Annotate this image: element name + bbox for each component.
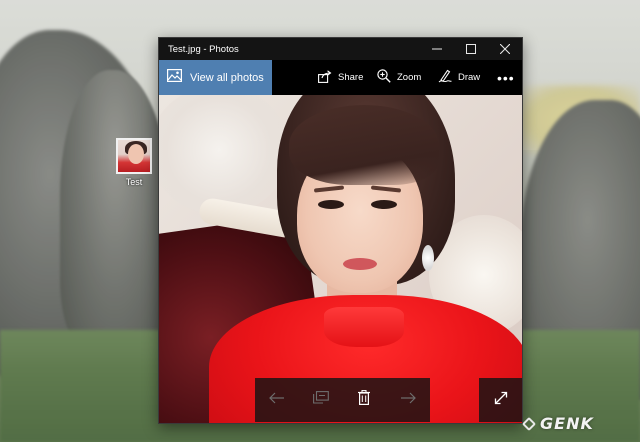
photo-navigation-bar xyxy=(255,378,430,422)
arrow-right-icon xyxy=(400,391,416,409)
trash-icon xyxy=(358,389,371,410)
watermark: GENK xyxy=(521,414,594,433)
close-button[interactable] xyxy=(488,38,522,60)
photos-window: Test.jpg - Photos View all photos Share … xyxy=(158,37,523,424)
minimize-button[interactable] xyxy=(420,38,454,60)
desktop-file-icon[interactable]: Test xyxy=(112,138,156,187)
photo-background-flowers xyxy=(159,95,289,215)
desktop-file-thumbnail xyxy=(116,138,152,174)
maximize-icon xyxy=(466,44,476,54)
zoom-label: Zoom xyxy=(397,72,422,83)
photo-lips xyxy=(343,258,377,270)
slideshow-icon xyxy=(312,390,329,410)
view-all-photos-label: View all photos xyxy=(190,71,264,84)
minimize-icon xyxy=(432,44,442,54)
slideshow-button[interactable] xyxy=(306,385,336,415)
photo-eye-left xyxy=(318,200,344,209)
app-toolbar: View all photos Share Zoom Draw ••• xyxy=(159,60,522,95)
photo-earring xyxy=(422,245,434,271)
expand-icon xyxy=(494,391,508,410)
zoom-icon xyxy=(377,69,391,86)
previous-photo-button[interactable] xyxy=(262,385,292,415)
more-options-button[interactable]: ••• xyxy=(497,60,515,95)
share-icon xyxy=(318,69,332,86)
zoom-button[interactable]: Zoom xyxy=(377,60,421,95)
window-title: Test.jpg - Photos xyxy=(168,43,239,55)
photo-eye-right xyxy=(371,200,397,209)
next-photo-button[interactable] xyxy=(393,385,423,415)
arrow-left-icon xyxy=(269,391,285,409)
photos-collection-icon xyxy=(167,68,183,87)
delete-photo-button[interactable] xyxy=(349,385,379,415)
draw-icon xyxy=(438,69,452,86)
draw-label: Draw xyxy=(458,72,481,83)
share-label: Share xyxy=(338,72,364,83)
title-bar[interactable]: Test.jpg - Photos xyxy=(159,38,522,60)
watermark-logo-icon xyxy=(521,416,537,431)
photo-canvas[interactable] xyxy=(159,95,522,423)
fullscreen-button[interactable] xyxy=(479,378,522,422)
maximize-button[interactable] xyxy=(454,38,488,60)
share-button[interactable]: Share xyxy=(318,60,363,95)
view-all-photos-button[interactable]: View all photos xyxy=(159,60,272,95)
photo-dress-collar xyxy=(324,307,404,347)
close-icon xyxy=(500,44,510,54)
watermark-text: GENK xyxy=(540,414,594,433)
desktop-file-label: Test xyxy=(125,177,143,187)
draw-button[interactable]: Draw xyxy=(438,60,480,95)
more-icon: ••• xyxy=(497,69,515,86)
photo-bangs xyxy=(289,105,439,185)
